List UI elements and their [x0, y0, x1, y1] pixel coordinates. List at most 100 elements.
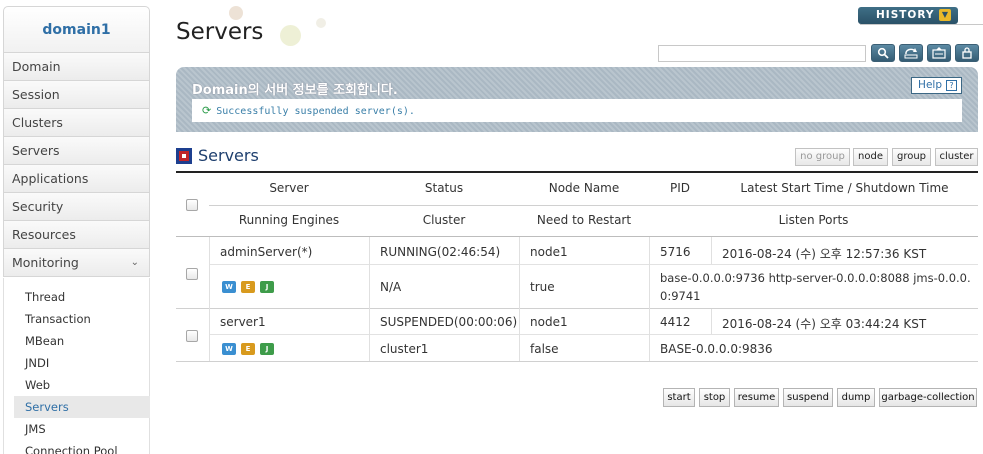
status-message-text: Successfully suspended server(s).	[216, 106, 415, 117]
sidebar-item-servers[interactable]: Servers	[3, 137, 150, 165]
refresh-button[interactable]	[899, 44, 923, 62]
select-all-checkbox[interactable]	[186, 199, 198, 211]
question-icon: ?	[946, 79, 957, 91]
suspend-button[interactable]: suspend	[783, 388, 833, 407]
column-header-cluster: Cluster	[422, 213, 466, 227]
submenu-item-servers[interactable]: Servers	[14, 396, 150, 418]
sidebar-item-domain[interactable]: Domain	[3, 53, 150, 81]
decorative-circle	[316, 18, 326, 28]
server-status: RUNNING(02:46:54)	[380, 245, 501, 259]
column-header-pid: PID	[669, 181, 690, 195]
latest-time: 2016-08-24 (수) 오후 12:57:36 KST	[722, 247, 927, 261]
start-button[interactable]: start	[663, 388, 695, 407]
submenu-item-thread[interactable]: Thread	[14, 286, 150, 308]
listen-ports-continued: 0:9741	[660, 289, 701, 303]
divider	[209, 205, 978, 206]
column-header-need-restart: Need to Restart	[536, 213, 632, 227]
view-cluster-button[interactable]: cluster	[935, 148, 978, 166]
divider	[209, 237, 210, 361]
server-status: SUSPENDED(00:00:06)	[380, 315, 518, 329]
submenu-item-connection-pool[interactable]: Connection Pool	[14, 440, 150, 454]
submenu-item-web[interactable]: Web	[14, 374, 150, 396]
column-header-latest-time: Latest Start Time / Shutdown Time	[740, 181, 949, 195]
server-name[interactable]: server1	[220, 315, 266, 329]
search-icon	[877, 47, 889, 59]
row-checkbox[interactable]	[186, 330, 198, 342]
monitoring-submenu: Thread Transaction MBean JNDI Web Server…	[3, 278, 150, 454]
decorative-circle	[229, 6, 243, 20]
submenu-item-transaction[interactable]: Transaction	[14, 308, 150, 330]
listen-ports: BASE-0.0.0.0:9836	[660, 342, 773, 356]
history-button[interactable]: HISTORY ▼	[858, 7, 958, 24]
sidebar-item-monitoring[interactable]: Monitoring ⌄	[3, 249, 150, 277]
listen-ports: base-0.0.0.0:9736 http-server-0.0.0.0:80…	[660, 271, 971, 285]
submenu-item-mbean[interactable]: MBean	[14, 330, 150, 352]
engine-ejb-icon[interactable]: E	[241, 343, 255, 355]
history-label: HISTORY	[876, 9, 935, 21]
section-title: Servers	[198, 146, 259, 165]
page-title: Servers	[176, 19, 264, 45]
cluster-name: cluster1	[380, 342, 429, 356]
decorative-circle	[280, 25, 301, 46]
export-button[interactable]	[927, 44, 951, 62]
chevron-down-icon: ▼	[939, 9, 951, 21]
stop-button[interactable]: stop	[699, 388, 730, 407]
info-panel: Domain의 서버 정보를 조회합니다. Help? ⟳ Successfull…	[176, 67, 978, 132]
sidebar: domain1 Domain Session Clusters Servers …	[0, 0, 152, 454]
sidebar-item-clusters[interactable]: Clusters	[3, 109, 150, 137]
resume-button[interactable]: resume	[734, 388, 779, 407]
view-group-button[interactable]: group	[892, 148, 931, 166]
latest-time: 2016-08-24 (수) 오후 03:44:24 KST	[722, 317, 927, 331]
engine-web-icon[interactable]: W	[222, 281, 236, 293]
divider	[711, 237, 712, 264]
divider	[209, 334, 978, 335]
server-name[interactable]: adminServer(*)	[220, 245, 312, 259]
node-name: node1	[530, 245, 568, 259]
engine-web-icon[interactable]: W	[222, 343, 236, 355]
section-divider	[176, 171, 978, 173]
need-restart: true	[530, 280, 555, 294]
view-node-button[interactable]: node	[853, 148, 888, 166]
search-input[interactable]	[658, 45, 866, 62]
divider	[176, 361, 978, 362]
lock-button[interactable]	[955, 44, 979, 62]
sidebar-item-resources[interactable]: Resources	[3, 221, 150, 249]
submenu-item-jndi[interactable]: JNDI	[14, 352, 150, 374]
pid: 4412	[660, 315, 691, 329]
export-icon	[932, 47, 946, 59]
help-label: Help	[918, 79, 942, 91]
engine-jms-icon[interactable]: J	[260, 281, 274, 293]
section-icon	[176, 148, 192, 164]
column-header-node-name: Node Name	[548, 181, 620, 195]
help-button[interactable]: Help?	[911, 77, 962, 94]
engine-jms-icon[interactable]: J	[260, 343, 274, 355]
refresh-icon	[904, 48, 918, 59]
need-restart: false	[530, 342, 559, 356]
sidebar-item-session[interactable]: Session	[3, 81, 150, 109]
sidebar-nav: Domain Session Clusters Servers Applicat…	[3, 53, 150, 277]
domain-name[interactable]: domain1	[3, 6, 150, 53]
info-title: Domain의 서버 정보를 조회합니다.	[192, 83, 398, 98]
submenu-item-jms[interactable]: JMS	[14, 418, 150, 440]
column-header-status: Status	[424, 181, 464, 195]
divider	[649, 237, 650, 361]
divider	[369, 237, 370, 361]
column-header-listen-ports: Listen Ports	[778, 213, 849, 227]
node-name: node1	[530, 315, 568, 329]
status-message: ⟳ Successfully suspended server(s).	[192, 99, 962, 122]
divider	[176, 308, 978, 309]
garbage-collection-button[interactable]: garbage-collection	[879, 388, 977, 407]
column-header-server: Server	[269, 181, 309, 195]
view-no-group-button[interactable]: no group	[795, 148, 850, 166]
engine-ejb-icon[interactable]: E	[241, 281, 255, 293]
row-checkbox[interactable]	[186, 268, 198, 280]
search-button[interactable]	[871, 44, 895, 62]
divider	[209, 264, 978, 265]
success-icon: ⟳	[202, 104, 212, 117]
pid: 5716	[660, 245, 691, 259]
cluster-name: N/A	[380, 280, 402, 294]
sidebar-item-applications[interactable]: Applications	[3, 165, 150, 193]
dump-button[interactable]: dump	[837, 388, 875, 407]
sidebar-item-security[interactable]: Security	[3, 193, 150, 221]
lock-icon	[962, 47, 972, 59]
